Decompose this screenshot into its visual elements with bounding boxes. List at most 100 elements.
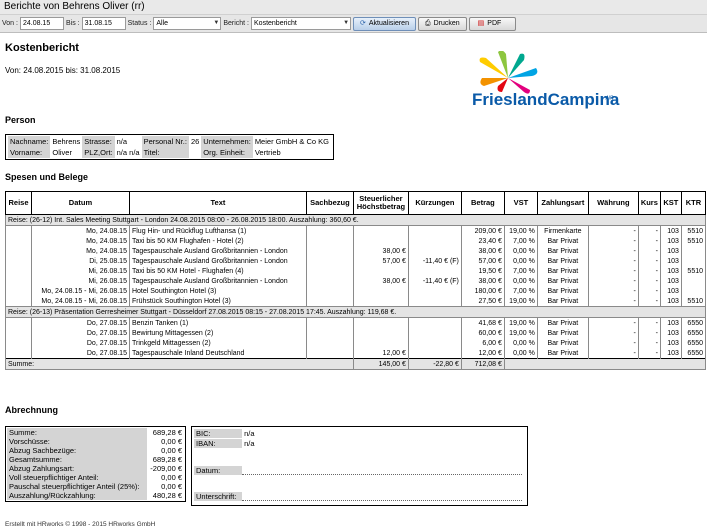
table-cell — [5, 317, 32, 328]
table-row[interactable]: Mi, 26.08.15 Taxi bis 50 KM Hotel - Flugh… — [5, 266, 707, 276]
personal-value: 26 — [190, 137, 200, 146]
status-select-value: Alle — [156, 20, 169, 27]
bis-label: Bis : — [65, 20, 80, 27]
print-label: Drucken — [433, 19, 460, 27]
table-cell: 19,50 € — [460, 266, 505, 276]
bericht-select[interactable]: Kostenbericht ▼ — [251, 17, 352, 30]
bis-date-input[interactable] — [81, 17, 126, 30]
table-cell — [5, 296, 32, 307]
column-header: Datum — [30, 191, 130, 215]
table-cell: 5510 — [680, 266, 707, 276]
pdf-button[interactable]: ▤ PDF — [468, 16, 517, 31]
abrechnung-value: 689,28 € — [152, 455, 182, 464]
table-cell: Mi, 26.08.15 — [30, 276, 130, 286]
printer-icon: ⎙ — [424, 19, 431, 27]
table-cell: - — [587, 317, 639, 328]
table-cell: 0,00 % — [503, 338, 538, 348]
table-row[interactable]: Mo, 24.08.15 - Mi, 26.08.15 Hotel Southin… — [5, 286, 707, 296]
table-cell: 209,00 € — [460, 225, 505, 236]
table-cell: Do, 27.08.15 — [30, 317, 130, 328]
table-cell — [680, 246, 707, 256]
sum-kuerzungen: -22,80 € — [407, 358, 462, 370]
table-cell: Do, 27.08.15 — [30, 338, 130, 348]
table-row[interactable]: Di, 25.08.15 Tagespauschale Ausland Großb… — [5, 256, 707, 266]
logo-text: FrieslandCampina — [472, 90, 620, 109]
footer-text: Erstellt mit HRworks © 1998 - 2015 HRwor… — [5, 521, 156, 528]
table-cell — [305, 338, 354, 348]
person-box: Nachname: Behrens Strasse: n/a Personal … — [5, 134, 334, 160]
bericht-label: Bericht : — [223, 20, 250, 27]
table-cell — [5, 348, 32, 359]
table-cell: 5510 — [680, 296, 707, 307]
sum-label: Summe: — [5, 358, 354, 370]
abrechnung-value: 0,00 € — [161, 446, 182, 455]
table-cell: 27,50 € — [460, 296, 505, 307]
table-cell: 0,00 % — [503, 276, 538, 286]
von-date-input[interactable] — [19, 17, 64, 30]
table-cell: - — [637, 236, 661, 246]
nachname-value: Behrens — [52, 137, 81, 146]
table-cell: Firmenkarte — [536, 225, 589, 236]
table-row[interactable]: Mo, 24.08.15 Flug Hin- und Rückflug Lufth… — [5, 225, 707, 236]
table-cell — [407, 225, 462, 236]
table-cell: 6,00 € — [460, 338, 505, 348]
table-row[interactable]: Do, 27.08.15 Trinkgeld Mittagessen (2) 6,0… — [5, 338, 707, 348]
table-cell — [305, 328, 354, 338]
table-row[interactable]: Mi, 26.08.15 Tagespauschale Ausland Großb… — [5, 276, 707, 286]
abrechnung-label: Gesamtsumme: — [7, 455, 147, 464]
datum-label: Datum: — [194, 466, 242, 475]
table-cell: Mo, 24.08.15 — [30, 246, 130, 256]
table-cell — [5, 236, 32, 246]
table-cell — [352, 296, 409, 307]
table-cell: 180,00 € — [460, 286, 505, 296]
abrechnung-row: Abzug Sachbezüge: 0,00 € — [7, 446, 184, 455]
table-cell: 38,00 € — [460, 276, 505, 286]
print-button[interactable]: ⎙ Drucken — [417, 16, 467, 31]
vorname-value: Oliver — [52, 148, 72, 157]
table-cell: - — [587, 266, 639, 276]
abrechnung-row: Auszahlung/Rückzahlung: 480,28 € — [7, 491, 184, 500]
abrechnung-summary: Summe: 689,28 € Vorschüsse: 0,00 € Abzug Sac… — [5, 426, 186, 502]
iban-row: IBAN: n/a — [194, 439, 255, 448]
titel-label: Titel: — [141, 147, 189, 158]
unternehmen-label: Unternehmen: — [201, 136, 253, 147]
column-header: Sachbezug — [305, 191, 354, 215]
table-cell: Tagespauschale Ausland Großbritannien - … — [128, 256, 307, 266]
table-cell: 7,00 % — [503, 266, 538, 276]
table-cell: - — [587, 348, 639, 359]
status-select[interactable]: Alle ▼ — [153, 17, 222, 30]
abrechnung-label: Voll steuerpflichtiger Anteil: — [7, 473, 147, 482]
sum-hoechst: 145,00 € — [352, 358, 409, 370]
table-row[interactable]: Do, 27.08.15 Bewirtung Mittagessen (2) 60,… — [5, 328, 707, 338]
table-row[interactable]: Mo, 24.08.15 - Mi, 26.08.15 Frühstück Sou… — [5, 296, 707, 307]
table-header-row: Reise Datum Text Sachbezug Steuerlicher Höch… — [5, 191, 707, 215]
table-cell — [407, 286, 462, 296]
refresh-button[interactable]: ⟳ Aktualisieren — [353, 16, 416, 31]
table-row[interactable]: Mo, 24.08.15 Tagespauschale Ausland Großb… — [5, 246, 707, 256]
abrechnung-value: 0,00 € — [161, 482, 182, 491]
table-row[interactable]: Do, 27.08.15 Tagespauschale Inland Deutsc… — [5, 348, 707, 359]
table-cell: 12,00 € — [460, 348, 505, 359]
table-cell: 60,00 € — [460, 328, 505, 338]
plz-label: PLZ,Ort: — [82, 147, 115, 158]
table-row[interactable]: Do, 27.08.15 Benzin Tanken (1) 41,68 €19,0… — [5, 317, 707, 328]
table-cell — [352, 236, 409, 246]
table-cell: Bar Privat — [536, 286, 589, 296]
column-header: Kurs — [637, 191, 661, 215]
table-cell: Frühstück Southington Hotel (3) — [128, 296, 307, 307]
table-cell — [407, 266, 462, 276]
table-row[interactable]: Mo, 24.08.15 Taxi bis 50 KM Flughafen - H… — [5, 236, 707, 246]
table-cell: - — [637, 348, 661, 359]
table-cell: - — [587, 286, 639, 296]
table-cell: - — [587, 236, 639, 246]
table-cell: - — [637, 246, 661, 256]
bic-row: BIC: n/a — [194, 429, 255, 438]
refresh-icon: ⟳ — [360, 19, 366, 27]
logo-mark: ᴬᴵᴿ — [605, 95, 614, 103]
titel-value — [189, 147, 201, 158]
abrechnung-row: Abzug Zahlungsart: -209,00 € — [7, 464, 184, 473]
table-cell: - — [587, 296, 639, 307]
table-cell: - — [587, 256, 639, 266]
table-cell — [407, 246, 462, 256]
table-cell: Di, 25.08.15 — [30, 256, 130, 266]
